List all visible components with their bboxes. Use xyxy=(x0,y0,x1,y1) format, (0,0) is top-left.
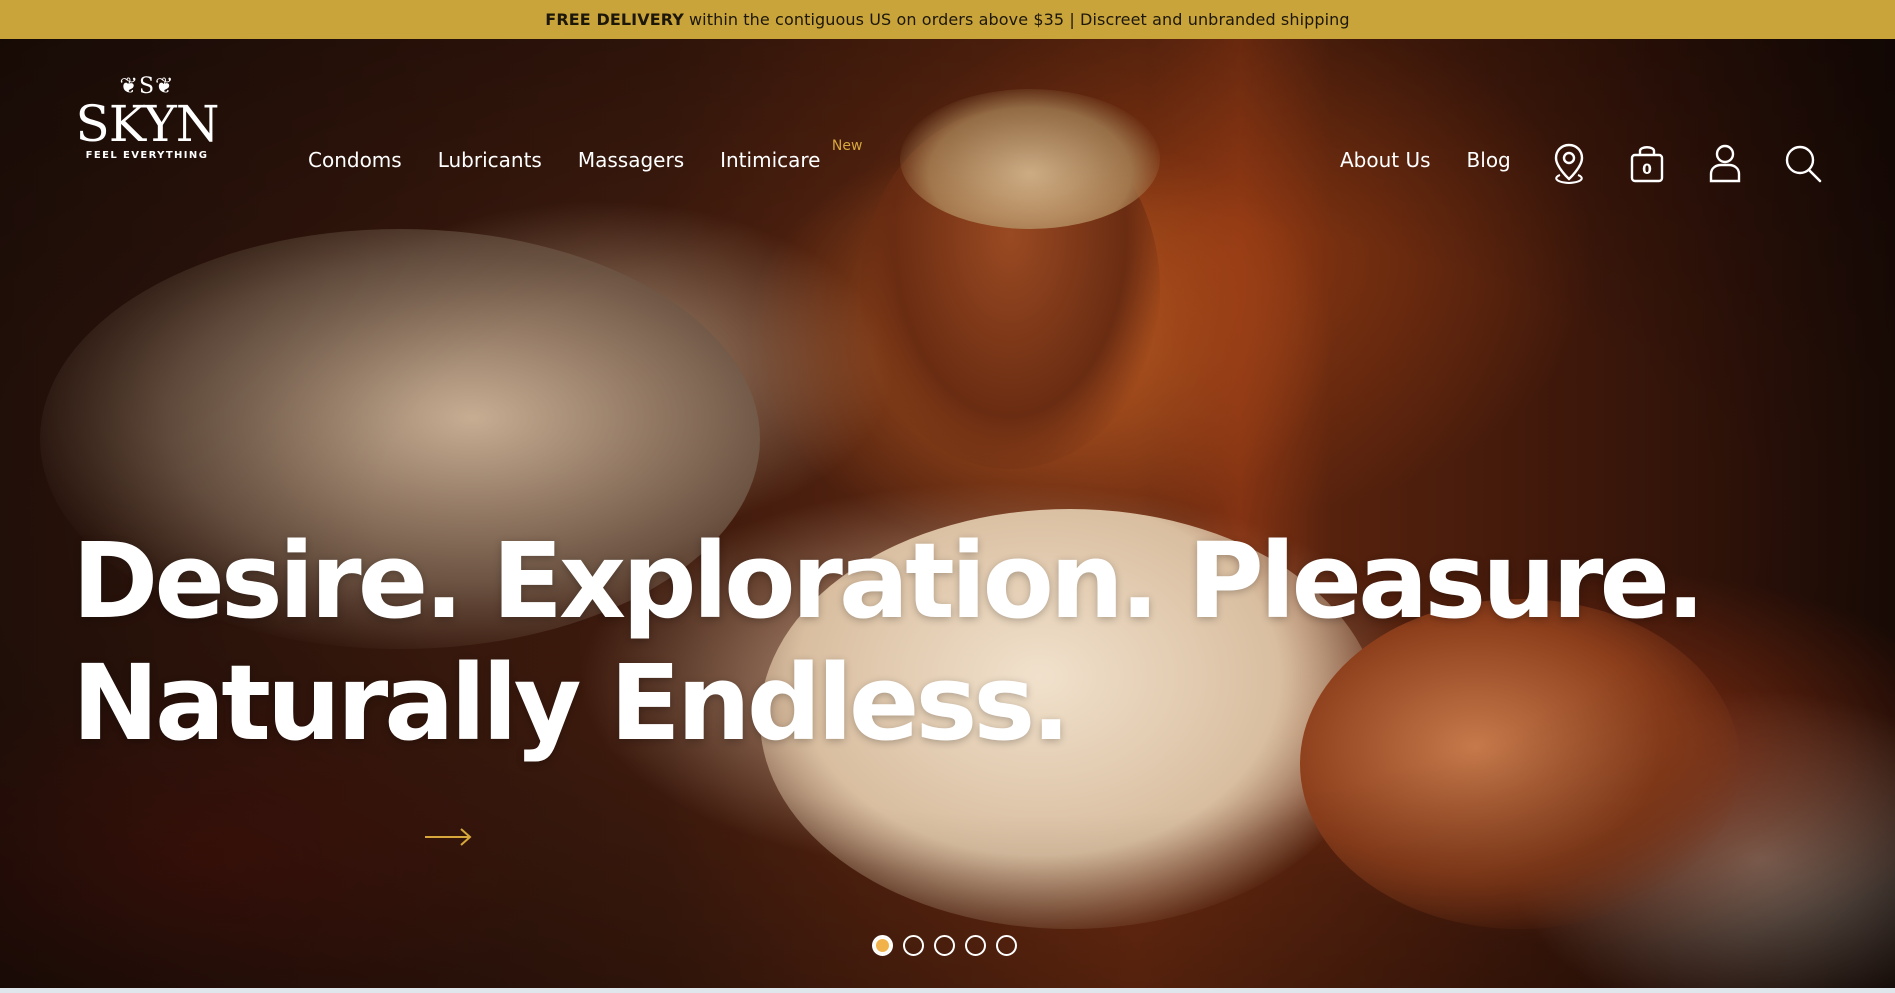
nav-massagers[interactable]: Massagers xyxy=(578,148,684,172)
nav-about-us[interactable]: About Us xyxy=(1340,148,1431,172)
nav-intimicare-label: Intimicare xyxy=(720,148,821,172)
hero-headline-line2: Naturally Endless. xyxy=(72,642,1071,764)
skyn-logo[interactable]: ❦S❦ SKYN FEEL EVERYTHING xyxy=(72,76,222,162)
announcement-text: within the contiguous US on orders above… xyxy=(688,10,1350,29)
logo-tagline: FEEL EVERYTHING xyxy=(85,150,209,161)
nav-lubricants[interactable]: Lubricants xyxy=(438,148,542,172)
cart-count: 0 xyxy=(1642,162,1652,178)
nav-intimicare[interactable]: Intimicare New xyxy=(720,138,862,172)
nav-blog[interactable]: Blog xyxy=(1467,148,1511,172)
header-icons: 0 xyxy=(1548,140,1824,186)
announcement-strong: FREE DELIVERY xyxy=(545,10,684,29)
carousel-dot-4[interactable] xyxy=(965,935,986,956)
hero-headline: Desire. Exploration. Pleasure. Naturally… xyxy=(72,520,1706,764)
main-nav: Condoms Lubricants Massagers Intimicare … xyxy=(308,138,862,172)
store-locator-button[interactable] xyxy=(1548,140,1590,186)
search-button[interactable] xyxy=(1782,140,1824,186)
location-icon xyxy=(1554,143,1584,185)
hero-headline-line1: Desire. Exploration. Pleasure. xyxy=(72,520,1706,642)
new-badge: New xyxy=(831,138,863,154)
page-bottom-divider xyxy=(0,988,1895,993)
account-button[interactable] xyxy=(1704,140,1746,186)
arrow-right-icon[interactable] xyxy=(424,826,472,848)
carousel-dot-2[interactable] xyxy=(903,935,924,956)
announcement-bar: FREE DELIVERY within the contiguous US o… xyxy=(0,0,1895,39)
nav-condoms[interactable]: Condoms xyxy=(308,148,402,172)
user-icon xyxy=(1709,144,1741,183)
carousel-dot-5[interactable] xyxy=(996,935,1017,956)
carousel-dot-1[interactable] xyxy=(872,935,893,956)
logo-wordmark: SKYN xyxy=(75,95,219,153)
search-icon xyxy=(1785,145,1822,183)
carousel-dots xyxy=(872,935,1017,956)
shopping-bag-icon: 0 xyxy=(1630,146,1664,183)
cart-button[interactable]: 0 xyxy=(1626,140,1668,186)
carousel-dot-3[interactable] xyxy=(934,935,955,956)
secondary-nav: About Us Blog xyxy=(1340,148,1511,172)
